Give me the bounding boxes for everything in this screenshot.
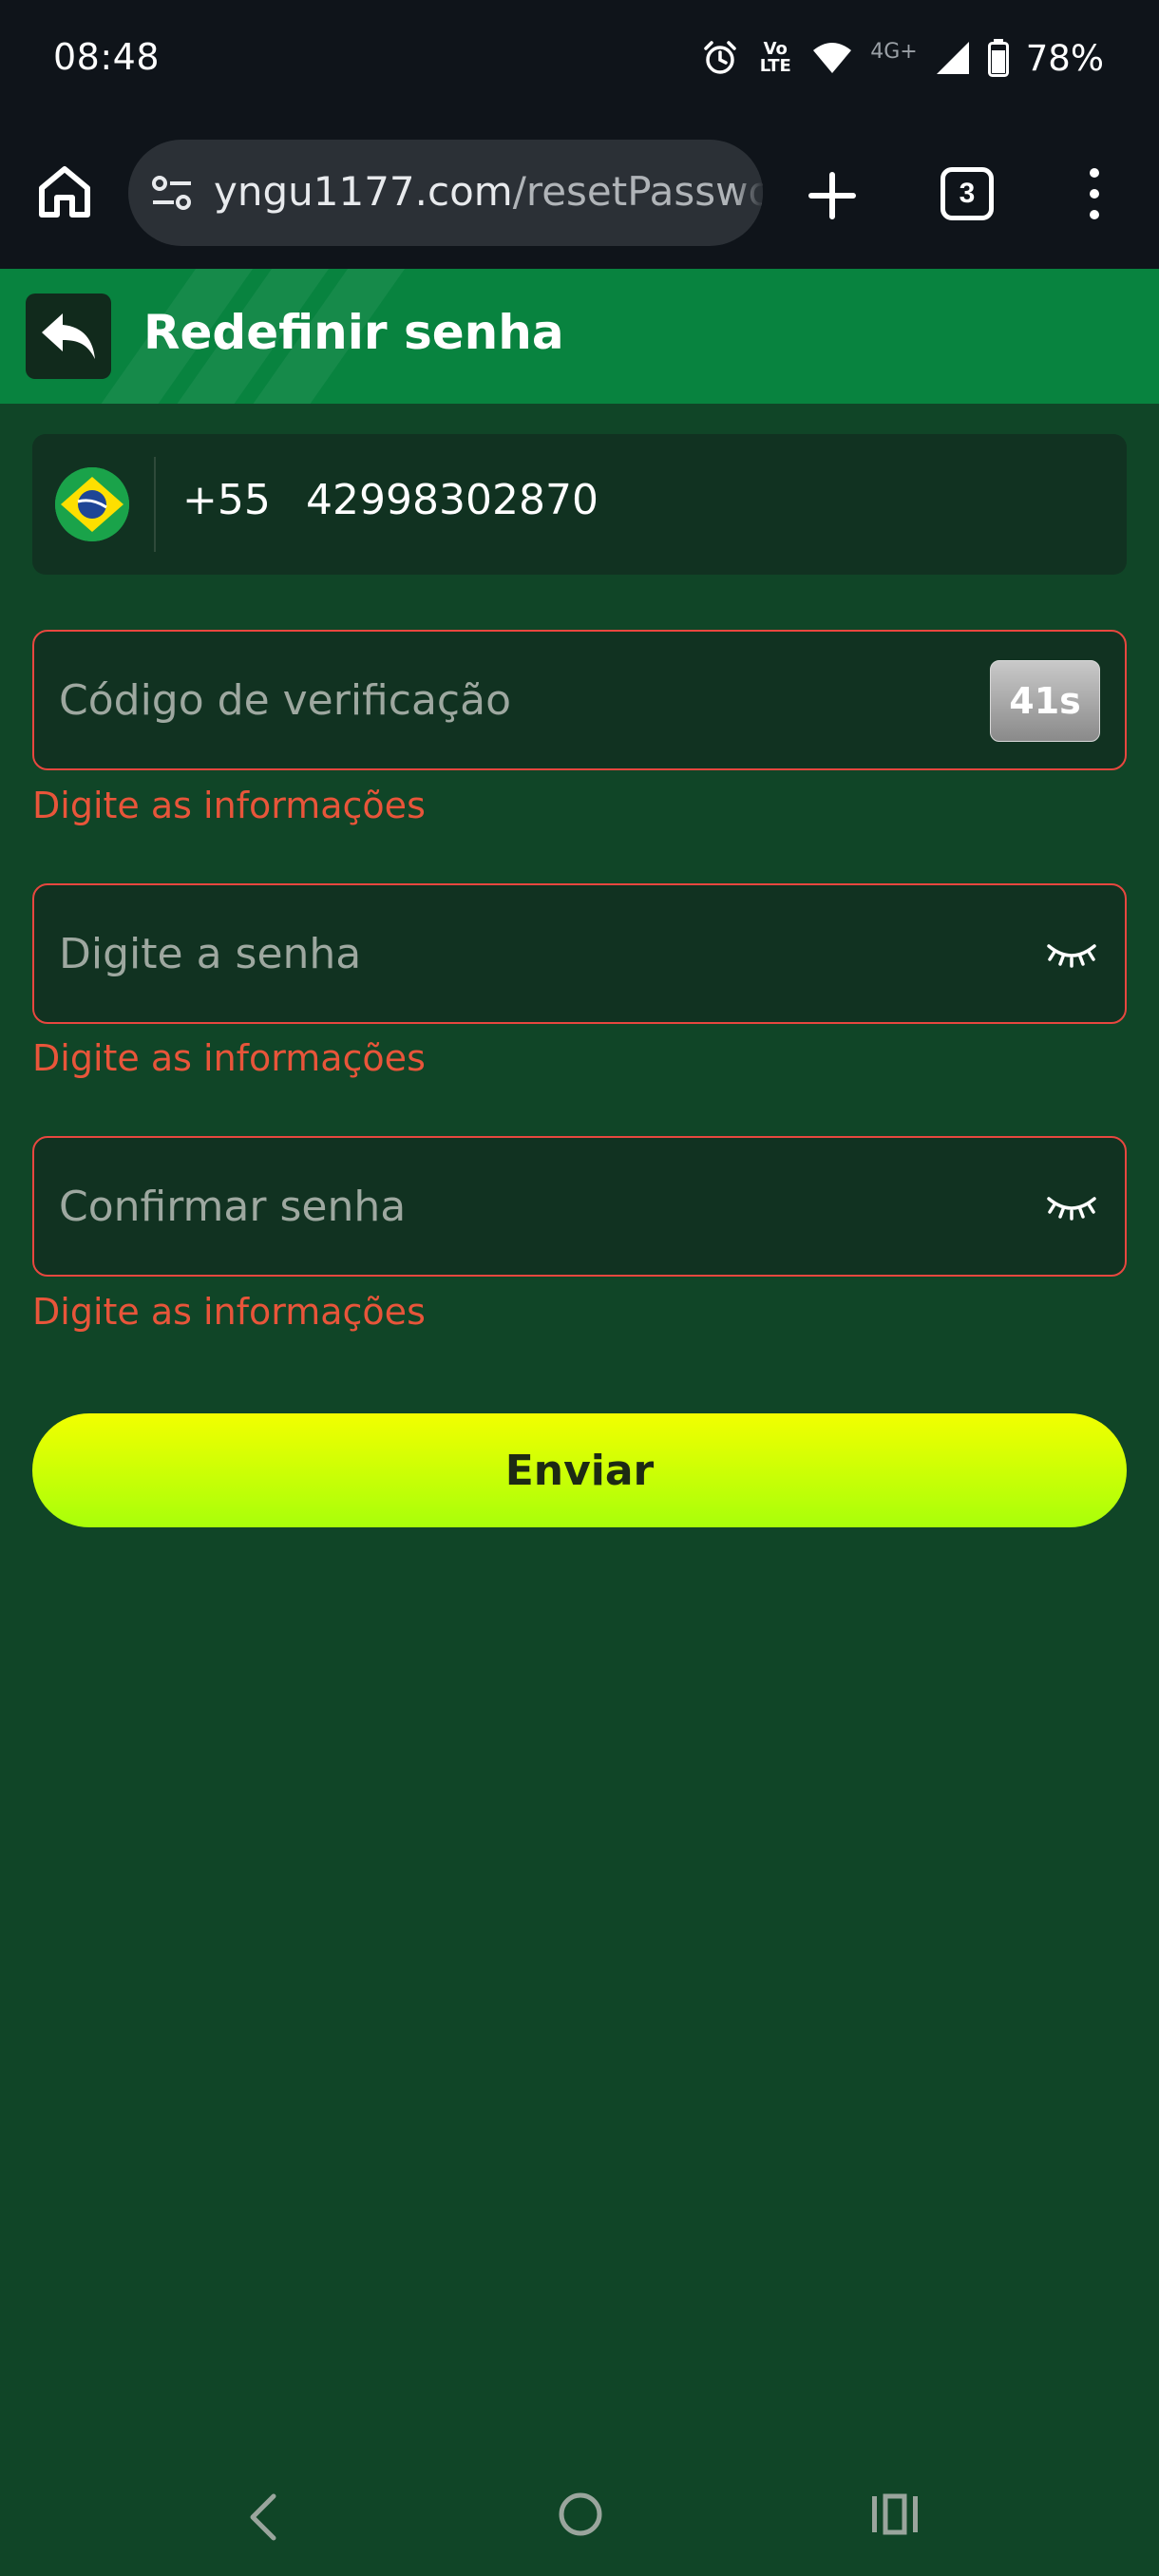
browser-chrome: 08:48 Vo LTE 4G+ 78% yngu1177.com/resetP… [0, 0, 1159, 269]
confirm-password-field [32, 1136, 1127, 1277]
new-tab-icon[interactable] [806, 169, 859, 222]
eye-closed-icon[interactable] [1045, 1185, 1098, 1227]
battery-percent: 78% [1025, 37, 1104, 79]
phone-number: 42998302870 [306, 476, 598, 524]
wifi-icon [813, 43, 852, 73]
url-path: /resetPasswor [512, 168, 763, 215]
network-type-label: 4G+ [870, 39, 918, 64]
nav-home-icon[interactable] [557, 2491, 604, 2538]
url-host: yngu1177.com [214, 168, 513, 215]
phone-field: +55 42998302870 [32, 434, 1127, 575]
status-icons: Vo LTE 4G+ 78% [701, 34, 1104, 82]
browser-toolbar: yngu1177.com/resetPasswor 3 [0, 133, 1159, 256]
page-header: Redefinir senha [0, 269, 1159, 404]
url-bar[interactable]: yngu1177.com/resetPasswor [128, 140, 763, 246]
url-text[interactable]: yngu1177.com/resetPasswor [214, 168, 763, 215]
nav-back-icon[interactable] [239, 2489, 287, 2546]
alarm-icon [704, 41, 737, 74]
brazil-flag-icon[interactable] [55, 467, 129, 541]
tab-switcher-icon[interactable]: 3 [940, 167, 994, 220]
reply-arrow-icon [42, 313, 95, 359]
back-button[interactable] [26, 294, 111, 379]
eye-closed-icon[interactable] [1045, 933, 1098, 975]
verification-code-field: 41s [32, 630, 1127, 770]
confirm-password-input[interactable] [59, 1138, 914, 1275]
status-time: 08:48 [53, 36, 161, 78]
more-menu-icon[interactable] [1079, 163, 1110, 224]
nav-recents-icon[interactable] [868, 2491, 922, 2538]
password-field [32, 883, 1127, 1024]
resend-code-timer-button[interactable]: 41s [990, 660, 1100, 742]
site-settings-icon[interactable] [151, 174, 193, 212]
submit-button[interactable]: Enviar [32, 1413, 1127, 1527]
divider [154, 457, 156, 552]
dial-code: +55 [182, 476, 271, 524]
password-error: Digite as informações [32, 1037, 426, 1079]
system-nav-bar [0, 2460, 1159, 2576]
verification-code-error: Digite as informações [32, 785, 426, 826]
status-bar: 08:48 Vo LTE 4G+ 78% [0, 0, 1159, 119]
home-icon[interactable] [34, 161, 95, 222]
confirm-password-error: Digite as informações [32, 1291, 426, 1333]
battery-icon [987, 39, 1009, 77]
url-fade [734, 140, 763, 246]
page-title: Redefinir senha [143, 305, 564, 360]
password-input[interactable] [59, 885, 914, 1022]
volte-icon: Vo LTE [759, 39, 791, 76]
verification-code-input[interactable] [59, 632, 914, 768]
signal-icon [936, 42, 969, 74]
